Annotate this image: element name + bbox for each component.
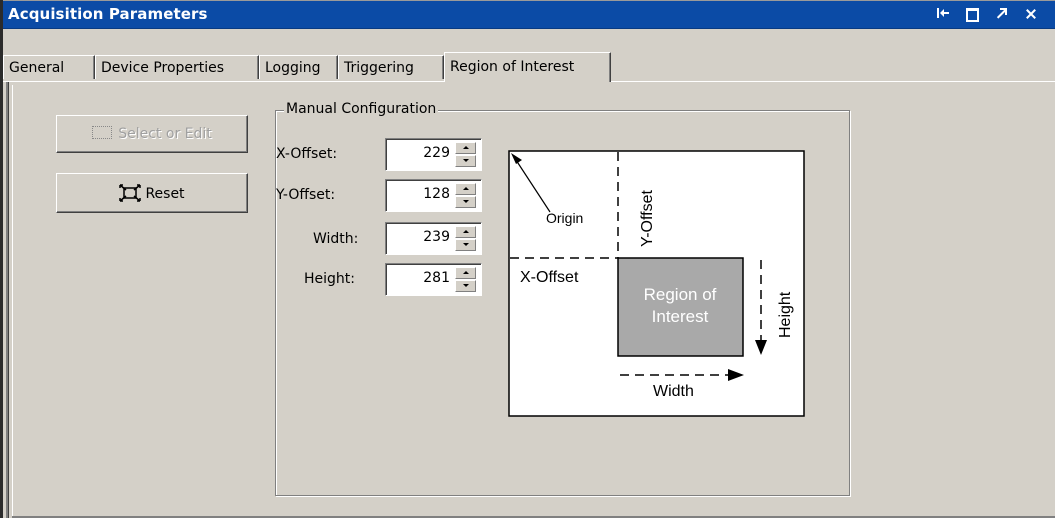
undock-icon[interactable] bbox=[937, 5, 955, 23]
panel-edge-light bbox=[12, 85, 13, 518]
height-diagram-label: Height bbox=[777, 291, 794, 338]
width-spinner[interactable]: 239 bbox=[385, 222, 482, 255]
width-label: Width: bbox=[313, 231, 359, 247]
y-offset-label: Y-Offset: bbox=[276, 187, 336, 203]
y-offset-up-arrow-icon[interactable] bbox=[455, 183, 476, 195]
x-offset-up-arrow-icon[interactable] bbox=[455, 142, 476, 154]
roi-label-line1: Region of bbox=[644, 285, 717, 304]
width-value[interactable]: 239 bbox=[390, 229, 450, 245]
height-value[interactable]: 281 bbox=[390, 270, 450, 286]
x-offset-spinner[interactable]: 229 bbox=[385, 138, 482, 171]
height-down-arrow-icon[interactable] bbox=[455, 280, 476, 292]
y-offset-value[interactable]: 128 bbox=[390, 186, 450, 202]
x-offset-diagram-label: X-Offset bbox=[520, 269, 579, 286]
x-offset-label: X-Offset: bbox=[276, 146, 338, 162]
panel-edge-dark bbox=[8, 82, 9, 518]
roi-diagram: Origin Y-Offset X-Offset Region of Inter… bbox=[508, 150, 805, 417]
width-up-arrow-icon[interactable] bbox=[455, 226, 476, 238]
height-up-arrow-icon[interactable] bbox=[455, 267, 476, 279]
width-down-arrow-icon[interactable] bbox=[455, 239, 476, 251]
roi-label-line2: Interest bbox=[652, 307, 709, 326]
tab-logging[interactable]: Logging bbox=[259, 55, 338, 79]
tab-region-of-interest[interactable]: Region of Interest bbox=[444, 52, 611, 82]
x-offset-value[interactable]: 229 bbox=[390, 145, 450, 161]
tab-general[interactable]: General bbox=[3, 55, 95, 79]
selection-rect-icon bbox=[92, 126, 113, 139]
height-label: Height: bbox=[304, 271, 355, 287]
tab-triggering[interactable]: Triggering bbox=[338, 55, 444, 79]
tab-bar: General Device Properties Logging Trigge… bbox=[3, 28, 1055, 83]
reset-icon bbox=[119, 184, 142, 202]
manual-configuration-title: Manual Configuration bbox=[284, 101, 439, 117]
y-offset-spinner[interactable]: 128 bbox=[385, 179, 482, 212]
x-offset-down-arrow-icon[interactable] bbox=[455, 155, 476, 167]
title-bar: Acquisition Parameters bbox=[3, 1, 1055, 29]
width-diagram-label: Width bbox=[653, 383, 694, 400]
minimize-icon[interactable] bbox=[995, 5, 1007, 23]
maximize-icon[interactable] bbox=[966, 5, 979, 23]
reset-label: Reset bbox=[145, 186, 185, 202]
tab-device-properties[interactable]: Device Properties bbox=[95, 55, 259, 79]
select-or-edit-button[interactable]: Select or Edit bbox=[56, 115, 248, 153]
y-offset-down-arrow-icon[interactable] bbox=[455, 196, 476, 208]
select-or-edit-label: Select or Edit bbox=[118, 126, 212, 142]
reset-button[interactable]: Reset bbox=[56, 173, 248, 213]
y-offset-diagram-label: Y-Offset bbox=[639, 190, 656, 247]
origin-label: Origin bbox=[546, 210, 583, 226]
close-icon[interactable] bbox=[1021, 5, 1039, 23]
window-title: Acquisition Parameters bbox=[8, 5, 208, 23]
height-spinner[interactable]: 281 bbox=[385, 263, 482, 296]
